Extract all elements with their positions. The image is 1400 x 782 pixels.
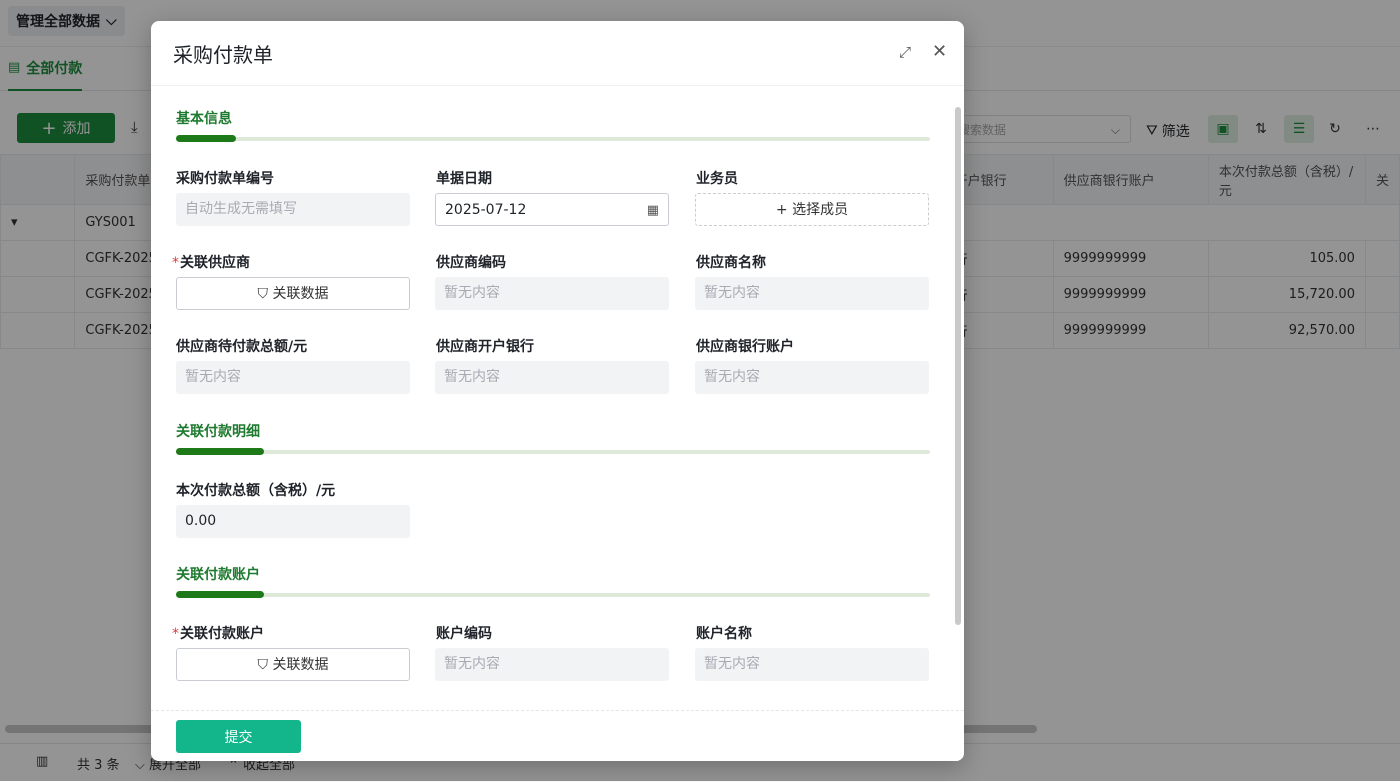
modal-body: 基本信息 采购付款单编号 自动生成无需填写 单据日期 2025-07-12 ▦ … [151,85,964,710]
section-divider [176,135,930,142]
link-account-button[interactable]: ⛉ 关联数据 [176,648,410,681]
account-label-text: 关联付款账户 [180,626,264,642]
pending-amount-field: 暂无内容 [176,361,410,394]
salesman-label: 业务员 [696,171,738,187]
expand-icon[interactable]: ⤢ [899,41,911,63]
account-name-field: 暂无内容 [695,648,929,681]
link-supplier-button[interactable]: ⛉ 关联数据 [176,277,410,310]
total-amount-label: 本次付款总额（含税）/元 [176,483,336,499]
account-code-empty: 暂无内容 [444,656,500,672]
modal-footer: 提交 [151,710,964,761]
supplier-bank-label: 供应商开户银行 [436,339,534,355]
account-code-label: 账户编码 [436,626,492,642]
plus-icon: + [775,202,788,218]
section-title-payment-account: 关联付款账户 [176,567,260,583]
calendar-icon[interactable]: ▦ [647,194,659,227]
supplier-name-empty: 暂无内容 [704,285,760,301]
supplier-name-label: 供应商名称 [696,255,766,271]
order-no-placeholder: 自动生成无需填写 [185,201,297,217]
account-name-empty: 暂无内容 [704,656,760,672]
link-data-icon: ⛉ [257,286,269,302]
submit-button[interactable]: 提交 [176,720,301,753]
order-no-field: 自动生成无需填写 [176,193,410,226]
account-label: *关联付款账户 [172,623,264,643]
required-asterisk: * [172,626,179,642]
pending-amount-label: 供应商待付款总额/元 [176,339,308,355]
section-divider-accent [176,448,264,455]
date-field[interactable]: 2025-07-12 ▦ [435,193,669,226]
purchase-payment-modal: 采购付款单 ⤢ ✕ 基本信息 采购付款单编号 自动生成无需填写 单据日期 202… [151,21,964,761]
required-asterisk: * [172,255,179,271]
supplier-account-empty: 暂无内容 [704,369,760,385]
section-divider [176,448,930,455]
link-supplier-label: 关联数据 [272,286,329,302]
supplier-label-text: 关联供应商 [180,255,250,271]
supplier-bank-empty: 暂无内容 [444,369,500,385]
modal-header: 采购付款单 ⤢ ✕ [151,21,964,86]
modal-vertical-scrollbar[interactable] [955,107,961,625]
supplier-code-label: 供应商编码 [436,255,506,271]
section-divider-accent [176,591,264,598]
select-member-label: 选择成员 [792,202,849,218]
link-account-label: 关联数据 [272,657,329,673]
supplier-label: *关联供应商 [172,252,250,272]
section-title-basic: 基本信息 [176,111,232,127]
pending-amount-empty: 暂无内容 [185,369,241,385]
supplier-bank-field: 暂无内容 [435,361,669,394]
submit-label: 提交 [224,729,253,746]
supplier-name-field: 暂无内容 [695,277,929,310]
account-name-label: 账户名称 [696,626,752,642]
supplier-account-field: 暂无内容 [695,361,929,394]
supplier-account-label: 供应商银行账户 [696,339,794,355]
select-member-button[interactable]: + 选择成员 [695,193,929,226]
close-icon[interactable]: ✕ [932,41,947,63]
date-label: 单据日期 [436,171,492,187]
supplier-code-empty: 暂无内容 [444,285,500,301]
supplier-code-field: 暂无内容 [435,277,669,310]
section-divider-accent [176,135,236,142]
order-no-label: 采购付款单编号 [176,171,274,187]
section-divider [176,591,930,598]
account-code-field: 暂无内容 [435,648,669,681]
total-amount-field: 0.00 [176,505,410,538]
section-title-payment-detail: 关联付款明细 [176,424,260,440]
date-value: 2025-07-12 [445,202,527,218]
total-amount-value: 0.00 [185,513,217,529]
modal-title: 采购付款单 [173,43,273,67]
link-data-icon: ⛉ [257,657,269,673]
